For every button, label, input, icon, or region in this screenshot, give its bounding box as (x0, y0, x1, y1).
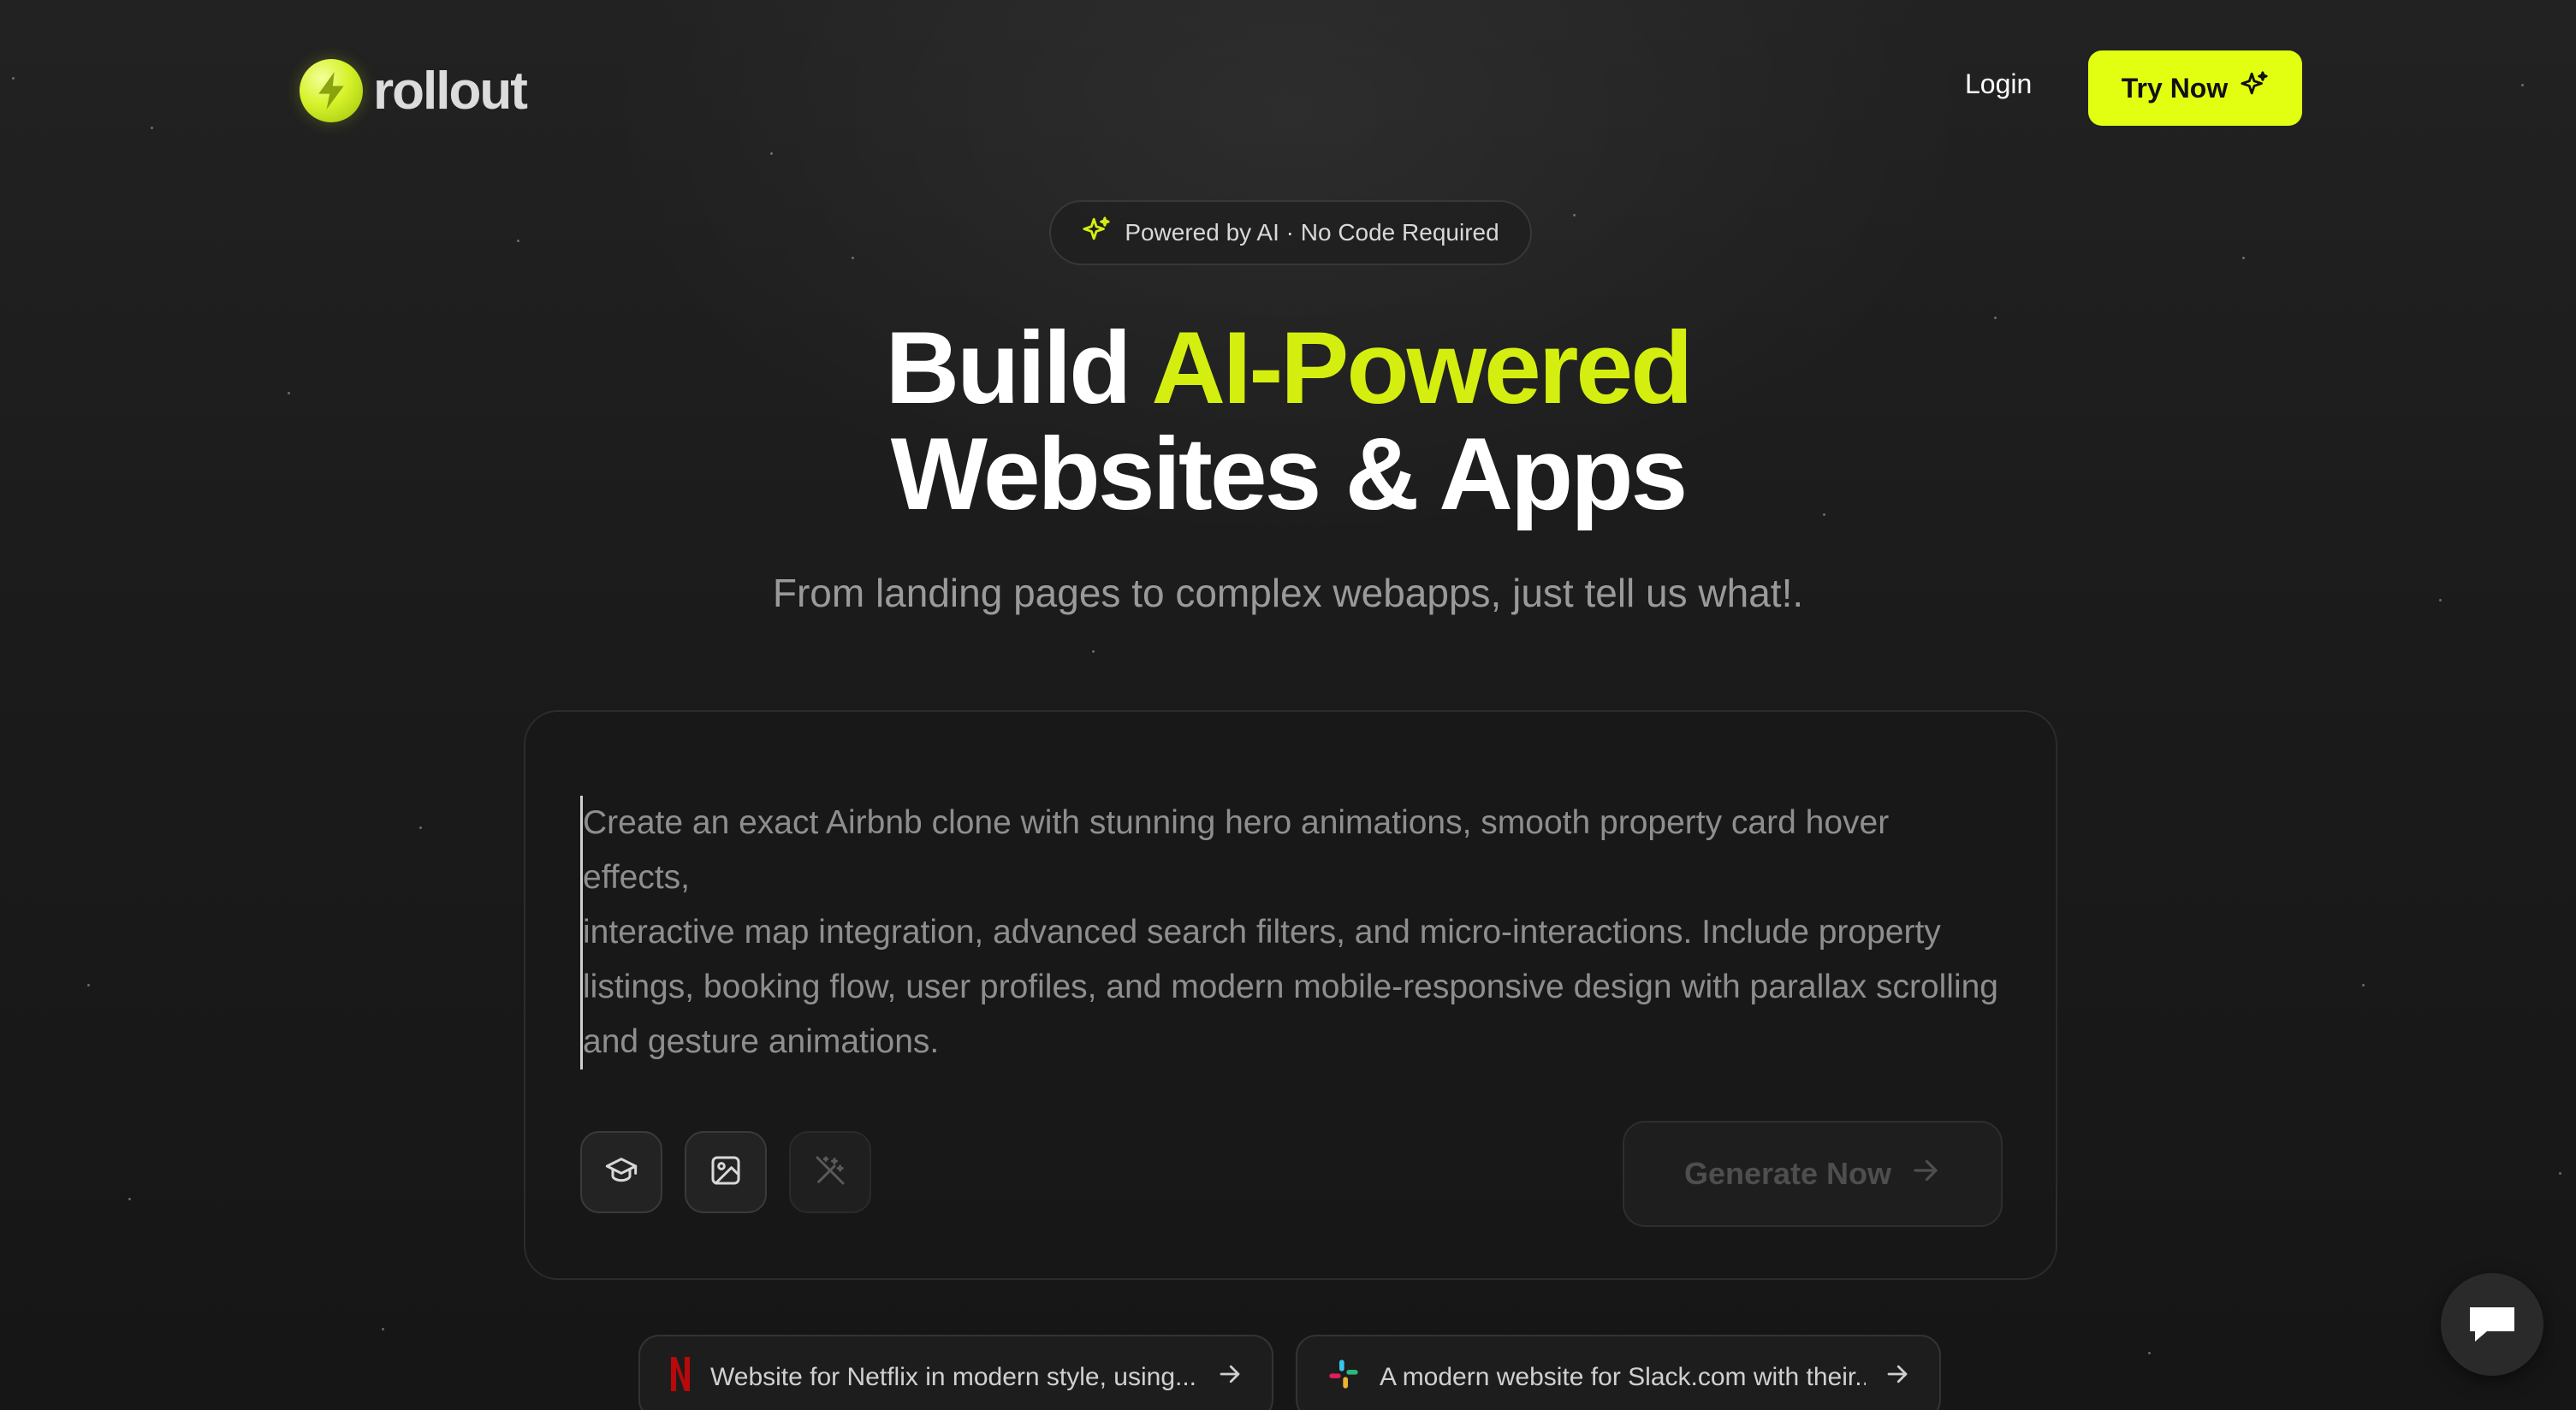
hero-title-prefix: Build (885, 311, 1152, 425)
logo-wordmark: rollout (373, 61, 528, 121)
magic-wand-icon (813, 1153, 847, 1192)
lightning-bolt-icon (300, 59, 363, 122)
sparkles-icon (2240, 70, 2269, 106)
badge-text: Powered by AI · No Code Required (1125, 219, 1499, 246)
enhance-prompt-button[interactable] (789, 1131, 871, 1213)
sparkles-icon (1082, 216, 1111, 251)
hero-title-line2: Websites & Apps (890, 417, 1689, 531)
rollout-logo[interactable]: rollout (300, 56, 528, 125)
netflix-logo-icon (669, 1355, 691, 1400)
generate-now-button[interactable]: Generate Now (1623, 1121, 2003, 1227)
chat-bubble-icon (2466, 1300, 2518, 1349)
generate-now-label: Generate Now (1683, 1156, 1892, 1191)
arrow-right-icon (1910, 1155, 1941, 1194)
prompt-placeholder-line: and gesture animations. (583, 1023, 940, 1060)
arrow-right-icon (1217, 1361, 1243, 1394)
powered-by-ai-badge: Powered by AI · No Code Required (1049, 200, 1532, 265)
login-link[interactable]: Login (1965, 68, 2032, 100)
image-icon (709, 1153, 743, 1192)
prompt-placeholder-line: listings, booking flow, user profiles, a… (583, 969, 1998, 1005)
prompt-placeholder-line: interactive map integration, advanced se… (583, 914, 1941, 951)
prompt-textarea[interactable]: Create an exact Airbnb clone with stunni… (580, 796, 2001, 1069)
try-now-label: Try Now (2121, 72, 2229, 104)
hero-subtitle: From landing pages to complex webapps, j… (772, 571, 1804, 615)
try-now-button[interactable]: Try Now (2088, 50, 2302, 126)
graduation-cap-icon (604, 1153, 638, 1192)
suggestion-label: A modern website for Slack.com with thei… (1380, 1363, 1866, 1391)
suggestion-chip-netflix[interactable]: Website for Netflix in modern style, usi… (638, 1335, 1273, 1410)
arrow-right-icon (1885, 1361, 1910, 1394)
hero-title-accent: AI-Powered (1151, 311, 1693, 425)
prompt-placeholder-line: Create an exact Airbnb clone with stunni… (583, 804, 1890, 896)
hero-title: Build AI-Powered Websites & Apps (0, 315, 2576, 527)
chat-widget-button[interactable] (2441, 1273, 2543, 1376)
upload-image-button[interactable] (685, 1131, 767, 1213)
slack-logo-icon (1327, 1357, 1361, 1398)
suggestion-chip-slack[interactable]: A modern website for Slack.com with thei… (1296, 1335, 1941, 1410)
prompt-card: Create an exact Airbnb clone with stunni… (524, 710, 2057, 1280)
tutorial-button[interactable] (580, 1131, 662, 1213)
suggestion-label: Website for Netflix in modern style, usi… (710, 1363, 1197, 1391)
